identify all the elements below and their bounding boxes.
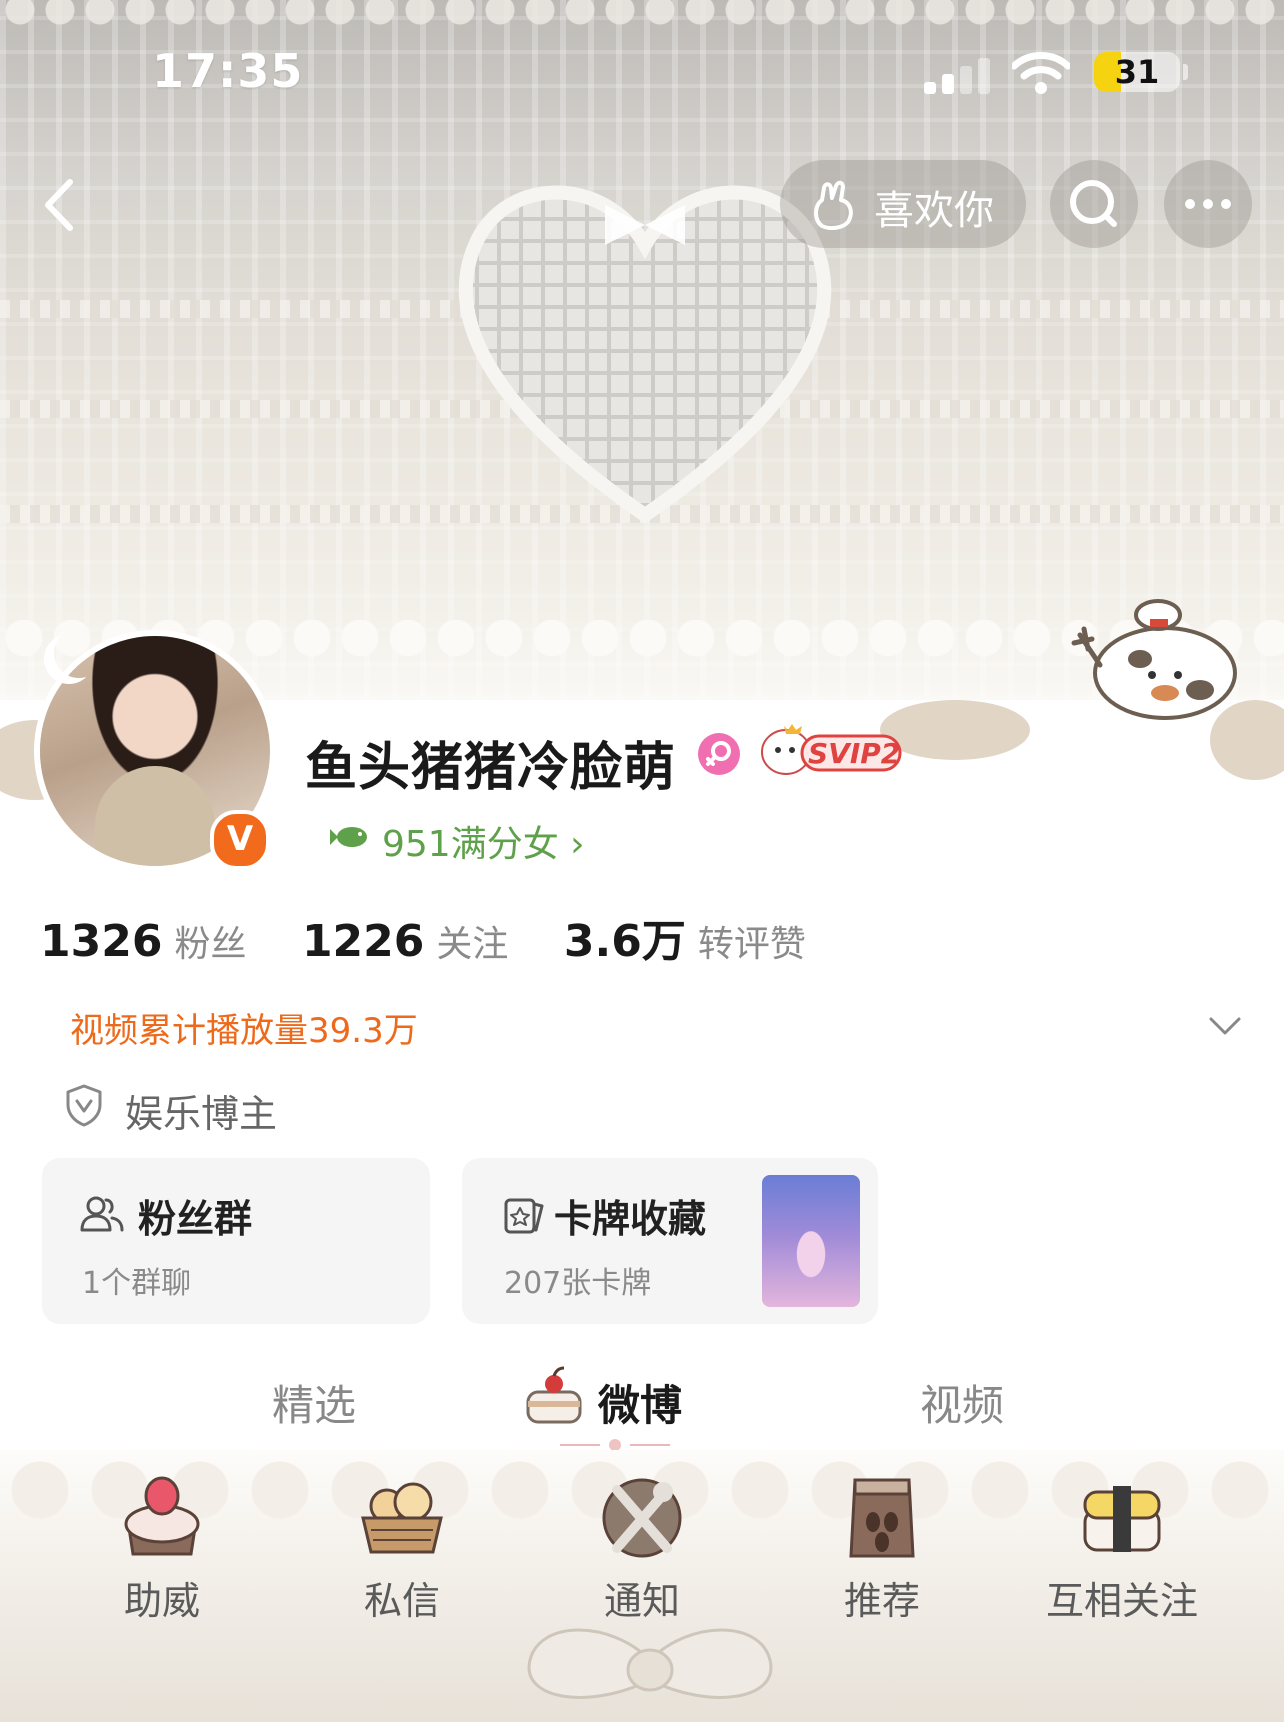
card-title: 卡牌收藏 — [554, 1197, 707, 1241]
rabbit-hand-icon — [814, 180, 853, 230]
like-you-label: 喜欢你 — [874, 188, 994, 234]
battery-percentage: 31 — [1114, 53, 1160, 91]
tab-featured[interactable]: 精选 — [272, 1372, 356, 1433]
more-dots-icon — [1185, 199, 1231, 209]
stat-label: 关注 — [436, 924, 509, 965]
nav-messages[interactable]: 私信 — [302, 1470, 502, 1630]
stat-label: 粉丝 — [174, 924, 247, 965]
nav-label: 互相关注 — [1045, 1579, 1198, 1623]
stat-label: 转评赞 — [697, 924, 806, 965]
nav-recommend[interactable]: 推荐 — [782, 1470, 982, 1630]
role-label: 娱乐博主 — [125, 1092, 278, 1136]
cookie-decoration — [1210, 700, 1284, 780]
tab-video[interactable]: 视频 — [920, 1372, 1004, 1433]
avatar-figure — [95, 766, 215, 866]
cherry-cake-icon — [526, 1366, 582, 1424]
svip-level: SVIP2 — [808, 737, 901, 770]
coffee-bag-icon — [849, 1478, 915, 1558]
stat-interactions[interactable]: 3.6万 转评赞 — [564, 905, 806, 969]
card-thumbnail — [762, 1175, 860, 1307]
username: 鱼头猪猪冷脸萌 — [305, 738, 677, 798]
stat-value: 1326 — [40, 916, 163, 967]
card-star-icon — [504, 1198, 544, 1234]
card-collection-card[interactable]: 卡牌收藏 207张卡牌 — [462, 1158, 878, 1324]
tab-weibo[interactable]: 微博 — [598, 1372, 682, 1433]
nav-label: 私信 — [363, 1579, 440, 1623]
search-icon — [1070, 180, 1117, 227]
group-icon — [80, 1196, 124, 1232]
nav-mutual-follow[interactable]: 互相关注 — [1022, 1470, 1222, 1630]
moon-decoration — [54, 628, 104, 678]
cellular-signal-icon — [924, 58, 990, 94]
status-bar: 17:35 31 — [0, 0, 1284, 140]
video-play-count: 视频累计播放量39.3万 — [70, 1011, 418, 1051]
nav-cheer[interactable]: 助威 — [62, 1470, 262, 1630]
nav-label: 推荐 — [843, 1579, 920, 1623]
back-arrow-icon[interactable] — [28, 170, 98, 240]
nav-label: 助威 — [123, 1579, 200, 1623]
fan-title-link[interactable]: 951满分女 › — [382, 815, 585, 867]
nav-notifications[interactable]: 通知 — [542, 1470, 742, 1630]
nav-label: 通知 — [603, 1579, 680, 1623]
cake-icon — [124, 1476, 200, 1556]
stat-followers[interactable]: 1326 粉丝 — [40, 915, 246, 967]
fan-group-card[interactable]: 粉丝群 1个群聊 — [42, 1158, 430, 1324]
stats-row: 1326 粉丝 1226 关注 3.6万 转评赞 — [40, 905, 850, 969]
bread-basket-icon — [361, 1482, 443, 1554]
female-gender-icon — [698, 733, 740, 775]
search-button[interactable] — [1050, 160, 1138, 248]
wifi-icon — [1012, 52, 1070, 94]
more-button[interactable] — [1164, 160, 1252, 248]
profile-tabs: 精选 微博 视频 — [0, 1350, 1284, 1460]
bottom-navigation: 助威 私信 通知 推荐 互相关注 — [0, 1470, 1284, 1630]
card-subtitle: 207张卡牌 — [504, 1266, 652, 1301]
sushi-icon — [1083, 1486, 1161, 1552]
battery-cap — [1183, 64, 1188, 80]
card-subtitle: 1个群聊 — [82, 1266, 192, 1301]
stat-value: 3.6万 — [563, 916, 686, 967]
stat-following[interactable]: 1226 关注 — [302, 915, 508, 967]
utensils-icon — [602, 1478, 682, 1558]
card-title: 粉丝群 — [138, 1197, 253, 1241]
cow-chef-decoration — [1071, 599, 1237, 720]
chevron-down-icon[interactable] — [1205, 1005, 1245, 1045]
status-time: 17:35 — [152, 44, 304, 98]
bow-decoration — [527, 1628, 773, 1699]
verified-badge: V — [210, 810, 270, 870]
fish-icon — [330, 827, 367, 847]
like-you-button[interactable]: 喜欢你 — [780, 160, 1026, 248]
battery-indicator: 31 — [1094, 52, 1180, 92]
shield-verified-icon — [66, 1084, 102, 1127]
stat-value: 1226 — [301, 916, 425, 967]
